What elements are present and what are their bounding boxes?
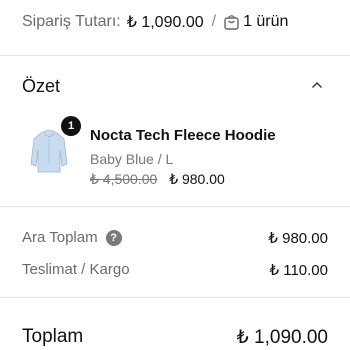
product-prices: ₺ 4,500.00 ₺ 980.00 — [90, 171, 225, 188]
quantity-badge: 1 — [61, 116, 81, 136]
product-name: Nocta Tech Fleece Hoodie — [90, 127, 276, 144]
product-divider — [0, 206, 350, 207]
subtotal-label: Ara Toplam — [22, 229, 98, 246]
order-total-header: Sipariş Tutarı: ₺ 1,090.00 / 1 ürün — [22, 10, 288, 34]
total-label: Toplam — [22, 326, 84, 347]
shopping-bag-icon — [224, 14, 239, 30]
total-value: ₺ 1,090.00 — [236, 327, 328, 348]
header-divider — [0, 55, 350, 56]
product-variant: Baby Blue / L — [90, 151, 174, 167]
subtotal-value: ₺ 980.00 — [268, 230, 328, 247]
original-price: ₺ 4,500.00 — [90, 171, 158, 187]
order-total-value: ₺ 1,090.00 — [126, 14, 204, 31]
shipping-value: ₺ 110.00 — [269, 262, 328, 279]
info-icon[interactable]: ? — [105, 229, 122, 246]
totals-divider — [0, 297, 350, 298]
order-total-label: Sipariş Tutarı: — [22, 13, 121, 30]
subtotal-row: Ara Toplam ? — [22, 229, 122, 246]
shipping-label: Teslimat / Kargo — [22, 261, 130, 278]
item-count: 1 ürün — [243, 13, 289, 30]
sale-price: ₺ 980.00 — [169, 171, 225, 187]
header-separator: / — [211, 13, 217, 30]
chevron-up-icon[interactable] — [311, 81, 323, 89]
summary-title: Özet — [22, 76, 61, 96]
